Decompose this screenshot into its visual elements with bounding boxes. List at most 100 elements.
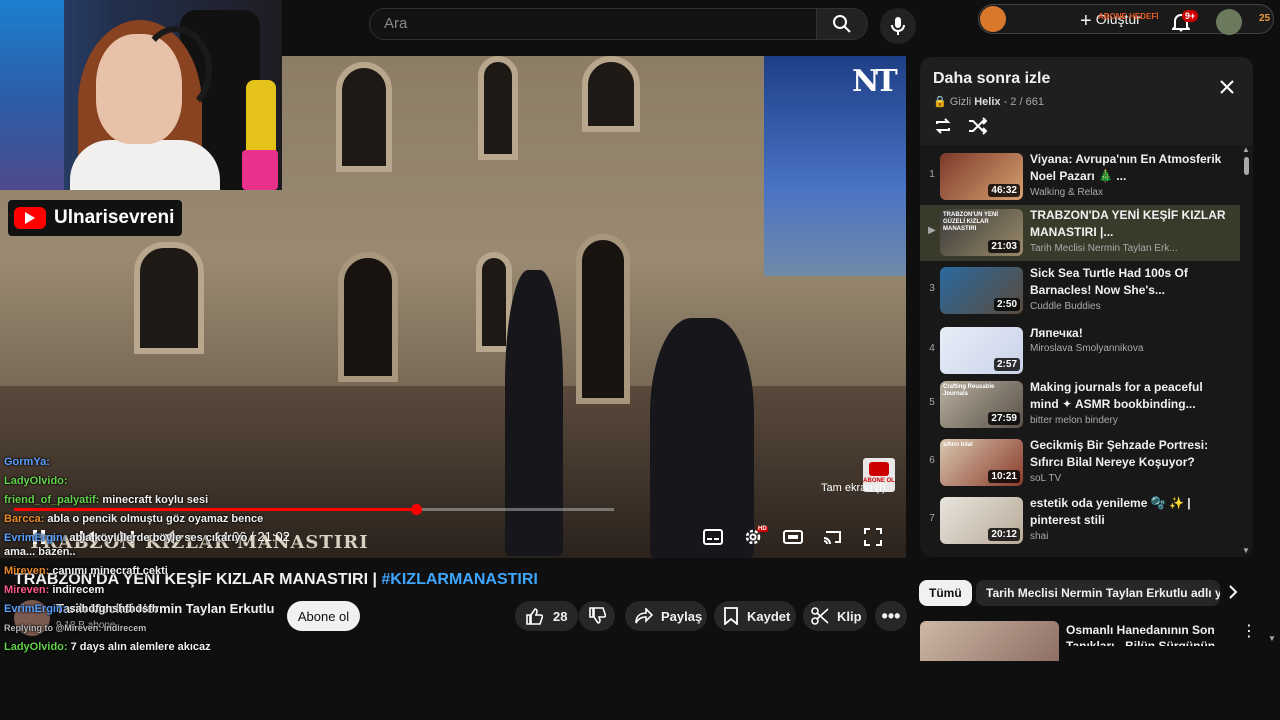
playlist-item[interactable]: 3 2:50 Sick Sea Turtle Had 100s Of Barnacl…: [920, 263, 1240, 319]
save-button[interactable]: Kaydet: [714, 601, 796, 631]
scroll-up-icon[interactable]: ▲: [1242, 145, 1250, 154]
chat-message: Replying to @Mireven: indirecem: [4, 621, 279, 635]
video-scene-window: [336, 62, 392, 172]
thumbs-down-icon: [589, 607, 606, 624]
playlist-item-channel[interactable]: Miroslava Smolyannikova: [1030, 343, 1143, 354]
subtitles-icon: [703, 529, 723, 545]
cast-button[interactable]: [822, 528, 844, 546]
playlist-item-thumbnail[interactable]: 2:57: [940, 327, 1023, 374]
chat-text: minecraft koylu sesi: [102, 494, 209, 506]
playlist-item-channel[interactable]: Walking & Relax: [1030, 187, 1103, 198]
playlist-item[interactable]: 1 46:32 Viyana: Avrupa'nın En Atmosferik N…: [920, 149, 1240, 205]
playlist-meta: 🔒 Gizli Helix - 2 / 661: [933, 96, 1044, 108]
recommendation-thumbnail[interactable]: [920, 621, 1059, 661]
chat-username[interactable]: GormYa:: [4, 456, 50, 468]
theater-icon: [783, 530, 803, 544]
chip-all[interactable]: Tümü: [919, 580, 972, 606]
playlist-item-channel[interactable]: soL TV: [1030, 473, 1061, 484]
playlist-item-index: 3: [929, 283, 935, 294]
like-button[interactable]: 28: [515, 601, 578, 631]
lock-icon: 🔒: [933, 96, 947, 108]
playlist-item-title[interactable]: estetik oda yenileme 🫧 ✨ | pinterest sti…: [1030, 495, 1230, 529]
chat-username[interactable]: LadyOlvido:: [4, 475, 68, 487]
playlist-item-thumbnail[interactable]: 46:32: [940, 153, 1023, 200]
playlist-item-thumbnail[interactable]: 20:12: [940, 497, 1023, 544]
chat-message: EvrimErgin: abla köylülerde böyle ses çı…: [4, 531, 279, 559]
page-scroll-down-icon[interactable]: ▼: [1268, 634, 1276, 643]
video-scene-window: [582, 56, 640, 132]
clip-button[interactable]: Klip: [803, 601, 867, 631]
chat-username[interactable]: EvrimErgin:: [4, 532, 66, 544]
playlist-item-index: 7: [929, 513, 935, 524]
scroll-down-icon[interactable]: ▼: [1242, 546, 1250, 555]
video-hashtag[interactable]: #KIZLARMANASTIRI: [381, 571, 537, 588]
loop-icon[interactable]: [933, 117, 953, 135]
playlist-item-channel[interactable]: Cuddle Buddies: [1030, 301, 1101, 312]
streamer-channel-name: Ulnarisevreni: [54, 207, 175, 228]
account-avatar[interactable]: [1216, 9, 1242, 35]
playlist-item-title[interactable]: TRABZON'DA YENİ KEŞİF KIZLAR MANASTIRI |…: [1030, 207, 1230, 241]
thumbnail-text: Crafting Reusable Journals: [943, 384, 995, 397]
subtitles-button[interactable]: [702, 528, 724, 546]
search-button[interactable]: [816, 8, 868, 40]
chip-channel[interactable]: Tarih Meclisi Nermin Taylan Erkutlu adlı…: [976, 580, 1220, 606]
playlist-item-title[interactable]: Making journals for a peaceful mind ✦ AS…: [1030, 379, 1230, 413]
playlist-item-channel[interactable]: bitter melon bindery: [1030, 415, 1118, 426]
playlist-item-thumbnail[interactable]: sıfırcı bilal 10:21: [940, 439, 1023, 486]
chat-message: Mireven: canımı minecraft çekti: [4, 564, 279, 578]
youtube-logo-icon: [14, 207, 46, 229]
playlist-item-index: 5: [929, 397, 935, 408]
playlist-item-channel[interactable]: shai: [1030, 531, 1048, 542]
search-icon: [833, 15, 851, 33]
chat-username[interactable]: Mireven:: [4, 565, 49, 577]
more-horizontal-icon: •••: [881, 605, 901, 626]
playlist-scrollbar-thumb[interactable]: [1244, 157, 1249, 175]
more-vertical-icon[interactable]: ⋮: [1241, 621, 1257, 641]
playlist-item-title[interactable]: Viyana: Avrupa'nın En Atmosferik Noel Pa…: [1030, 151, 1230, 185]
playlist-item[interactable]: 6 sıfırcı bilal 10:21 Gecikmiş Bir Şehzade …: [920, 435, 1240, 491]
playlist-item[interactable]: 5 Crafting Reusable Journals 27:59 Making j…: [920, 377, 1240, 433]
voice-search-button[interactable]: [880, 8, 916, 44]
shuffle-icon[interactable]: [968, 117, 988, 135]
chat-username[interactable]: friend_of_palyatif:: [4, 494, 99, 506]
playlist-item-thumbnail[interactable]: Crafting Reusable Journals 27:59: [940, 381, 1023, 428]
playlist-item-index: 6: [929, 455, 935, 466]
playlist-item-title[interactable]: Sick Sea Turtle Had 100s Of Barnacles! N…: [1030, 265, 1230, 299]
webcam-overlay: [0, 0, 282, 190]
playlist-title[interactable]: Daha sonra izle: [933, 70, 1050, 88]
playlist-item-index: 1: [929, 169, 935, 180]
subscribe-button[interactable]: Abone ol: [287, 601, 360, 631]
search-input[interactable]: Ara: [369, 8, 816, 40]
thumbnail-text: TRABZON'UN YENİ GÜZELİ KIZLAR MANASTIRI: [943, 212, 998, 232]
fullscreen-button[interactable]: [862, 528, 884, 546]
theater-mode-button[interactable]: [782, 528, 804, 546]
playlist-item-channel[interactable]: Tarih Meclisi Nermin Taylan Erk...: [1030, 243, 1178, 254]
video-scene-door: [338, 252, 398, 382]
chevron-right-icon[interactable]: [1228, 584, 1238, 605]
playlist-item-thumbnail[interactable]: TRABZON'UN YENİ GÜZELİ KIZLAR MANASTIRI 2…: [940, 209, 1023, 256]
recommendation-title[interactable]: Osmanlı Hanedanının Son Tanıkları - Bilü…: [1066, 622, 1236, 646]
notification-count-badge: 9+: [1182, 10, 1199, 22]
more-actions-button[interactable]: •••: [875, 601, 907, 631]
scissors-icon: [811, 607, 829, 625]
playlist-item-duration: 46:32: [988, 184, 1020, 197]
chat-username[interactable]: Mireven:: [4, 584, 49, 596]
chat-message: LadyOlvido:: [4, 474, 279, 488]
close-playlist-button[interactable]: [1220, 77, 1234, 97]
playlist-item[interactable]: 4 2:57 Ляпечка! Miroslava Smolyannikova: [920, 323, 1240, 379]
playlist-item-title[interactable]: Gecikmiş Bir Şehzade Portresi: Sıfırcı B…: [1030, 437, 1230, 471]
playlist-item-title[interactable]: Ляпечка!: [1030, 325, 1230, 342]
playlist-owner: Helix: [974, 96, 1001, 108]
playlist-item-duration: 20:12: [988, 528, 1020, 541]
playlist-scrollbar[interactable]: [1242, 147, 1250, 549]
playlist-item-duration: 2:50: [993, 298, 1020, 311]
chat-username[interactable]: Barcca:: [4, 513, 44, 525]
playlist-item-thumbnail[interactable]: 2:50: [940, 267, 1023, 314]
chat-username[interactable]: EvrimErgin:: [4, 603, 66, 615]
playlist-item[interactable]: ▶ TRABZON'UN YENİ GÜZELİ KIZLAR MANASTIRI…: [920, 205, 1240, 261]
share-button[interactable]: Paylaş: [625, 601, 707, 631]
playlist-item[interactable]: 7 20:12 estetik oda yenileme 🫧 ✨ | pintere…: [920, 493, 1240, 549]
progress-scrubber[interactable]: [411, 504, 422, 515]
chat-username[interactable]: LadyOlvido:: [4, 641, 68, 653]
dislike-button[interactable]: [579, 601, 615, 631]
